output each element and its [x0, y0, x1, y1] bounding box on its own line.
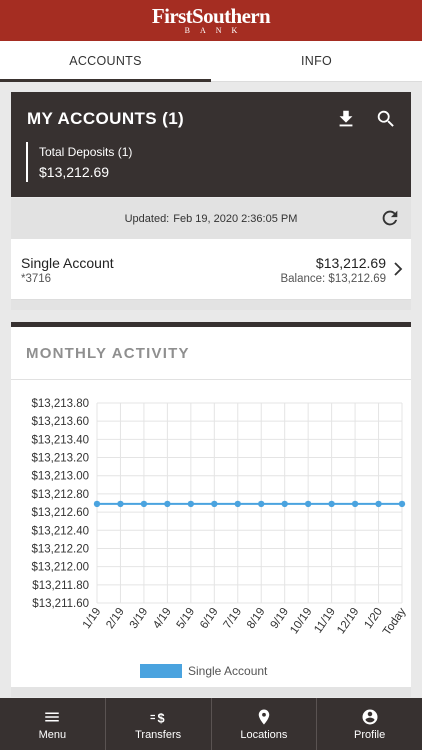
y-tick-label: $13,212.20: [31, 543, 89, 555]
menu-icon: [45, 712, 60, 721]
x-tick-label: 3/19: [128, 606, 151, 631]
refresh-icon[interactable]: [379, 207, 401, 229]
y-tick-label: $13,211.80: [32, 580, 89, 592]
data-point: [140, 500, 148, 508]
updated-timestamp: Feb 19, 2020 2:36:05 PM: [173, 212, 298, 225]
bottom-nav: Menu $ Transfers Locations Profile: [0, 698, 422, 750]
x-tick-label: 5/19: [175, 606, 198, 631]
total-deposits[interactable]: Total Deposits (1) $13,212.69: [26, 142, 132, 182]
y-tick-label: $13,212.80: [31, 489, 89, 501]
profile-icon: [362, 709, 378, 724]
y-tick-label: $13,211.60: [32, 598, 89, 610]
divider: [11, 300, 411, 310]
data-point: [304, 500, 312, 508]
data-point: [351, 500, 359, 508]
divider: [11, 687, 411, 697]
y-tick-label: $13,213.80: [31, 398, 89, 410]
nav-locations[interactable]: Locations: [210, 698, 317, 750]
x-tick-label: 1/20: [362, 606, 385, 631]
data-point: [234, 500, 241, 508]
y-tick-label: $13,212.60: [31, 507, 89, 519]
account-number: *3716: [21, 273, 52, 285]
x-tick-label: 10/19: [288, 606, 314, 636]
account-name: Single Account: [21, 255, 114, 271]
data-point: [211, 500, 218, 508]
download-icon[interactable]: [335, 108, 357, 130]
nav-menu[interactable]: Menu: [0, 698, 105, 750]
search-icon[interactable]: [375, 108, 397, 130]
updated-label: Updated:: [124, 212, 170, 225]
location-pin-icon: [258, 709, 270, 724]
legend-label: Single Account: [188, 664, 268, 678]
monthly-activity-title: MONTHLY ACTIVITY: [26, 345, 190, 362]
account-balance: Balance: $13,212.69: [280, 273, 386, 285]
data-point: [164, 500, 171, 508]
data-point: [328, 500, 335, 508]
y-tick-label: $13,213.60: [31, 416, 89, 428]
data-point: [281, 500, 288, 508]
y-tick-label: $13,213.40: [31, 434, 89, 446]
x-tick-label: 8/19: [245, 606, 268, 631]
nav-locations-label: Locations: [240, 728, 288, 741]
x-tick-label: 4/19: [151, 606, 174, 631]
brand-bar: FirstSouthern BANK: [0, 0, 422, 41]
y-tick-label: $13,212.40: [31, 525, 89, 537]
total-deposits-label: Total Deposits (1): [39, 145, 133, 159]
x-tick-label: Today: [381, 606, 409, 638]
svg-text:$: $: [158, 710, 165, 725]
data-point: [375, 500, 382, 508]
tab-accounts[interactable]: ACCOUNTS: [0, 41, 211, 82]
updated-bar: Updated: Feb 19, 2020 2:36:05 PM: [11, 198, 411, 239]
data-point: [93, 500, 101, 508]
account-amount: $13,212.69: [315, 255, 386, 271]
legend-swatch: [140, 664, 182, 678]
data-point: [258, 500, 265, 508]
chevron-right-icon: [394, 262, 403, 276]
data-point: [117, 500, 124, 508]
my-accounts-header: MY ACCOUNTS (1) Total Deposits (1) $13,2…: [11, 92, 411, 197]
x-tick-label: 7/19: [222, 606, 245, 631]
header-actions: [335, 108, 397, 130]
nav-menu-label: Menu: [38, 728, 67, 741]
data-point: [187, 500, 195, 508]
data-point: [398, 500, 406, 508]
tab-info[interactable]: INFO: [211, 41, 422, 81]
brand-logo: FirstSouthern: [151, 3, 271, 28]
nav-transfers-label: Transfers: [135, 728, 182, 741]
tab-bar: ACCOUNTS INFO: [0, 41, 422, 82]
y-tick-label: $13,213.00: [31, 471, 89, 483]
total-deposits-amount: $13,212.69: [39, 164, 110, 180]
monthly-activity-card: MONTHLY ACTIVITY $13,213.80 $13,213.60 $13…: [11, 322, 411, 687]
transfer-icon: $: [150, 710, 165, 725]
x-tick-label: 6/19: [198, 606, 221, 631]
brand-subtitle: BANK: [184, 25, 248, 35]
my-accounts-title: MY ACCOUNTS (1): [27, 109, 185, 128]
account-row[interactable]: Single Account *3716 $13,212.69 Balance:…: [11, 239, 411, 300]
x-tick-label: 12/19: [335, 606, 361, 636]
x-tick-label: 2/19: [104, 606, 127, 631]
x-tick-label: 11/19: [312, 606, 338, 636]
x-tick-label: 9/19: [268, 606, 291, 631]
y-tick-label: $13,213.20: [31, 453, 89, 465]
nav-profile[interactable]: Profile: [316, 698, 422, 750]
y-tick-label: $13,212.00: [31, 562, 89, 574]
nav-transfers[interactable]: $ Transfers: [104, 698, 211, 750]
monthly-activity-chart: $13,213.80 $13,213.60 $13,213.40 $13,213.20…: [31, 398, 409, 678]
nav-profile-label: Profile: [354, 728, 386, 741]
